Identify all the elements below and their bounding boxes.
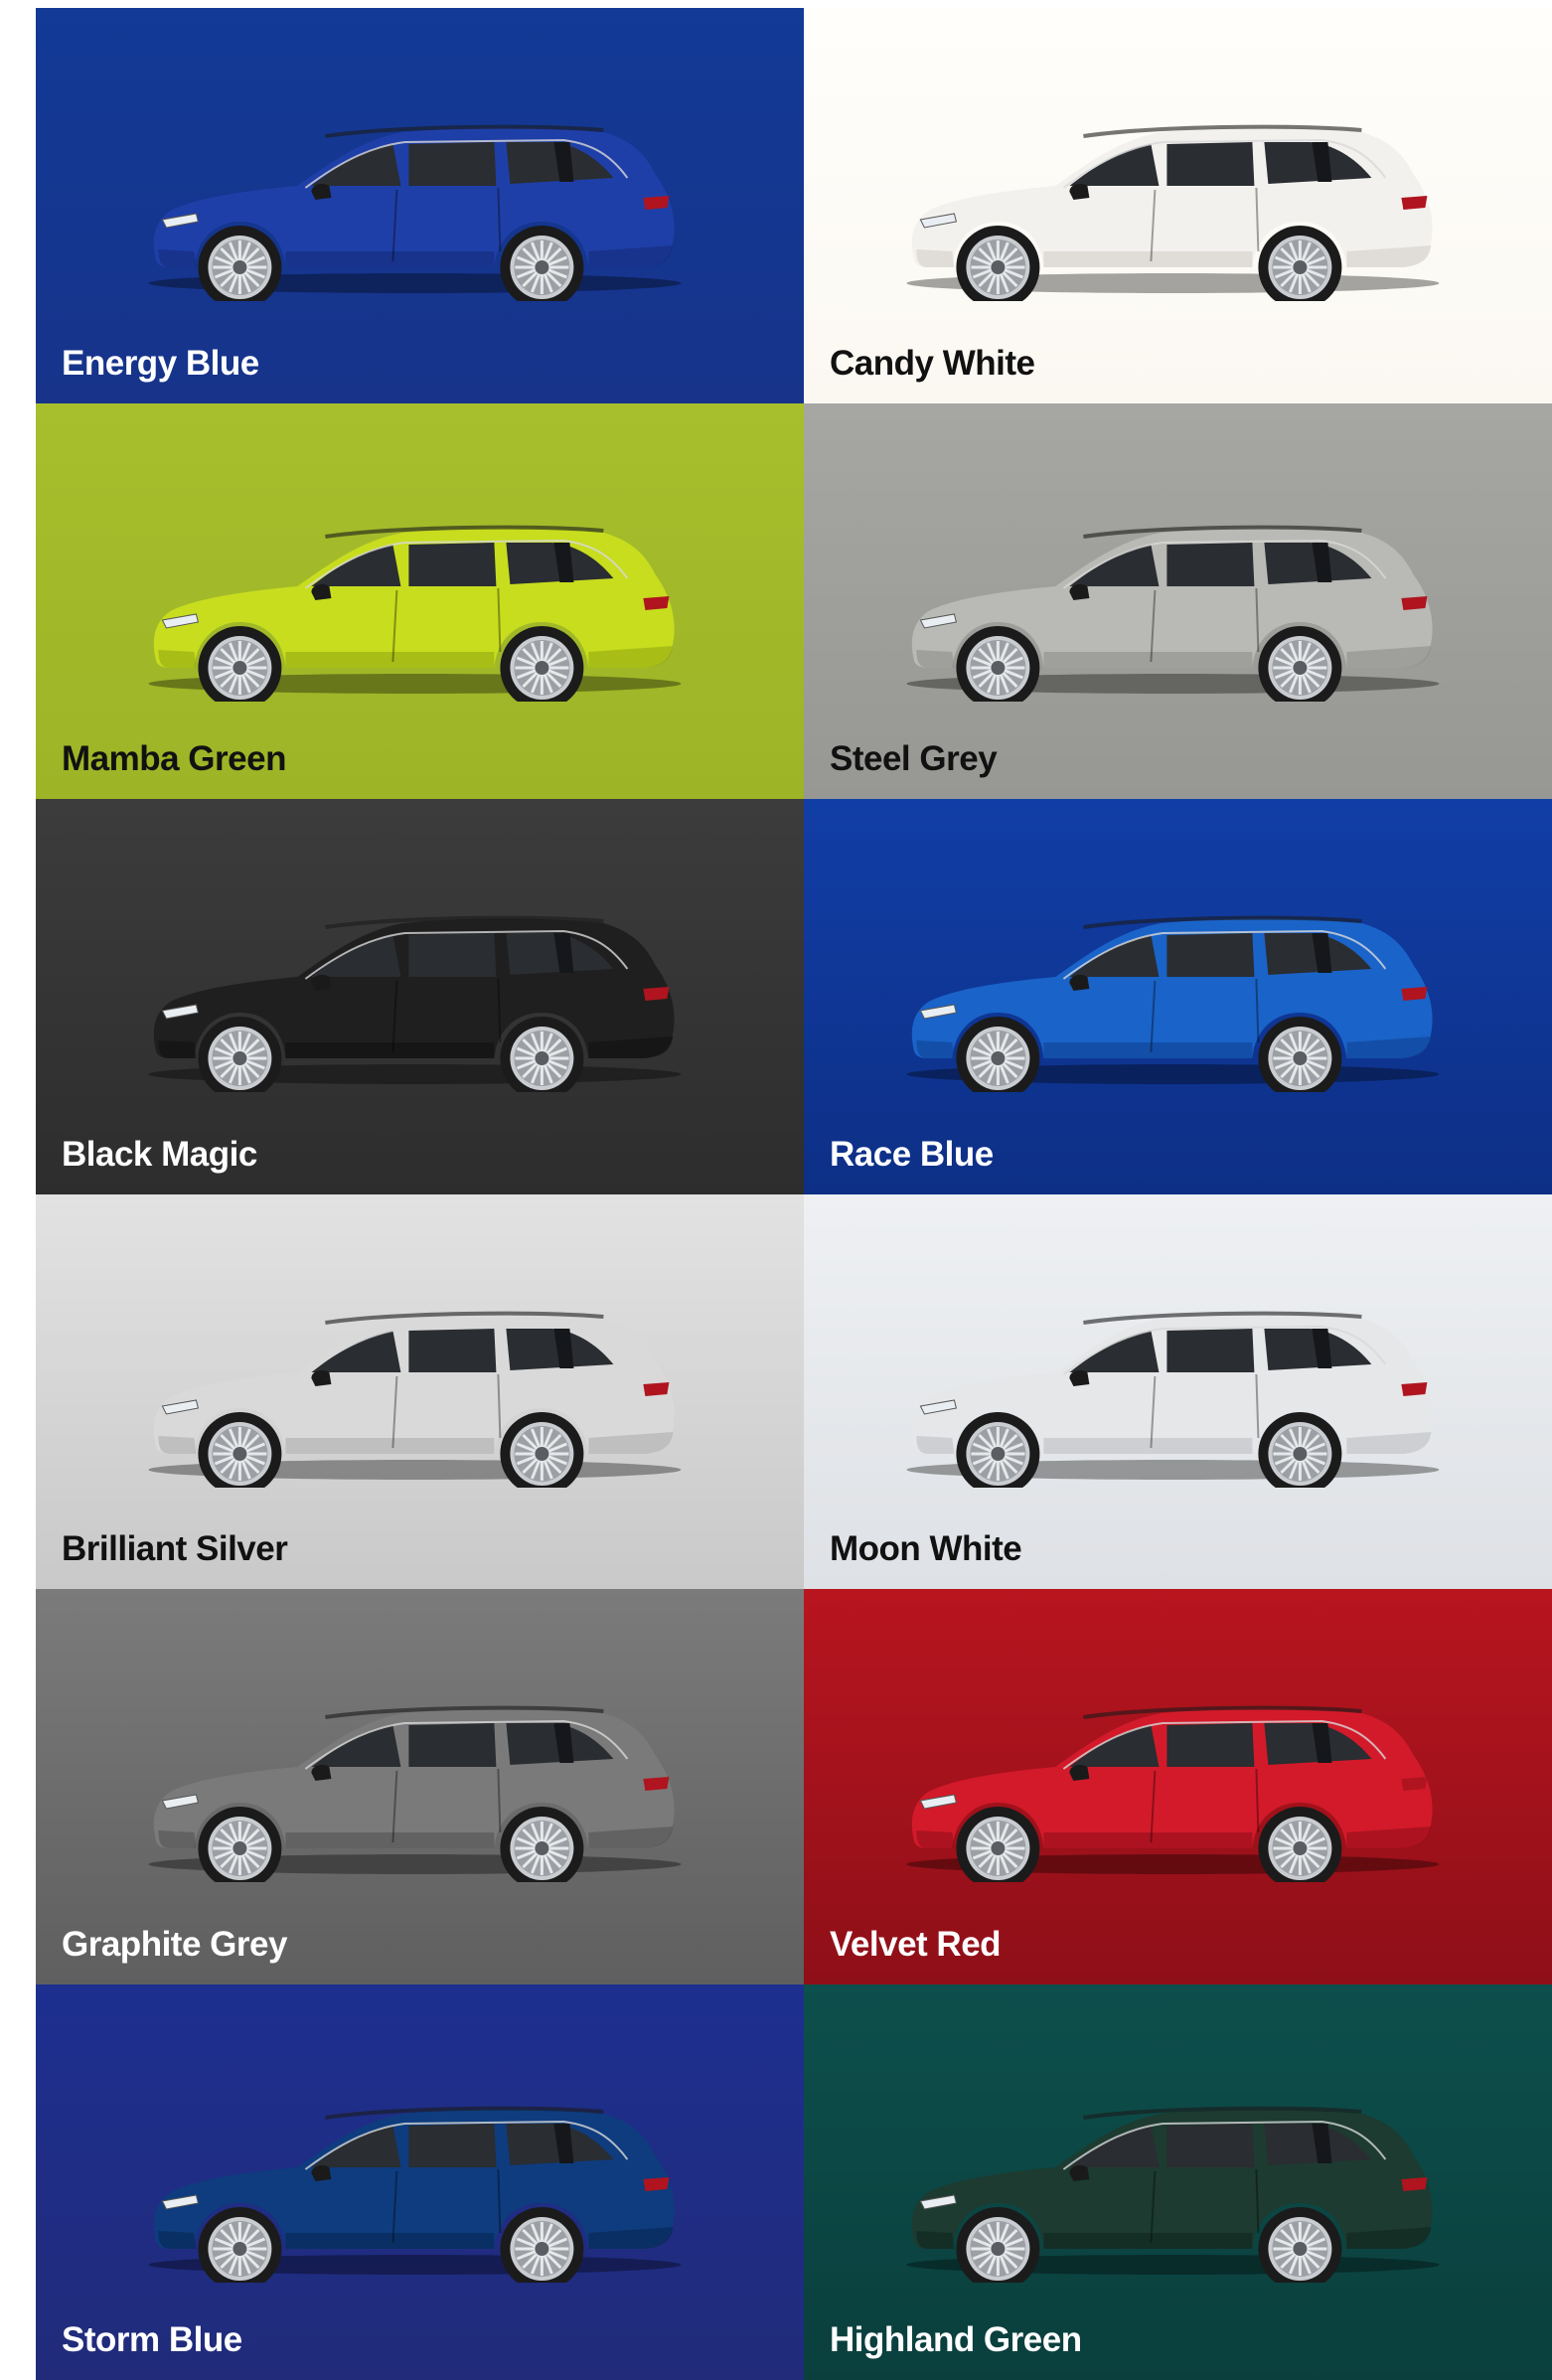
car-image — [147, 1311, 681, 1488]
color-name-label: Storm Blue — [62, 2320, 242, 2359]
color-name-label: Race Blue — [830, 1134, 994, 1174]
color-name-label: Brilliant Silver — [62, 1529, 288, 1569]
car-image — [905, 525, 1439, 702]
color-tile-energy-blue[interactable]: Energy Blue — [36, 8, 804, 403]
color-tile-velvet-red[interactable]: Velvet Red — [804, 1589, 1552, 1985]
car-image — [147, 915, 681, 1092]
color-swatch-grid: Energy Blue Candy White Mamba Green Stee… — [36, 8, 1552, 2380]
car-image — [905, 915, 1439, 1092]
color-tile-black-magic[interactable]: Black Magic — [36, 798, 804, 1194]
color-tile-moon-white[interactable]: Moon White — [804, 1193, 1552, 1590]
color-tile-graphite-grey[interactable]: Graphite Grey — [36, 1589, 804, 1985]
color-tile-storm-blue[interactable]: Storm Blue — [36, 1984, 804, 2380]
color-name-label: Mamba Green — [62, 738, 286, 778]
car-image — [905, 1311, 1439, 1488]
color-name-label: Highland Green — [830, 2320, 1082, 2359]
car-image — [147, 1705, 681, 1883]
color-name-label: Black Magic — [62, 1134, 257, 1174]
car-image — [905, 124, 1439, 301]
color-name-label: Steel Grey — [830, 738, 998, 778]
color-tile-candy-white[interactable]: Candy White — [804, 8, 1552, 403]
color-name-label: Graphite Grey — [62, 1925, 287, 1965]
car-image — [905, 2106, 1439, 2284]
color-tile-race-blue[interactable]: Race Blue — [804, 798, 1552, 1194]
color-tile-mamba-green[interactable]: Mamba Green — [36, 402, 804, 799]
color-name-label: Moon White — [830, 1529, 1022, 1569]
car-image — [905, 1705, 1439, 1883]
car-image — [147, 525, 681, 702]
color-name-label: Velvet Red — [830, 1925, 1002, 1965]
color-tile-brilliant-silver[interactable]: Brilliant Silver — [36, 1193, 804, 1590]
color-name-label: Candy White — [830, 343, 1035, 383]
car-image — [147, 2106, 681, 2284]
color-tile-highland-green[interactable]: Highland Green — [804, 1984, 1552, 2380]
car-image — [147, 124, 681, 301]
color-name-label: Energy Blue — [62, 343, 259, 383]
color-tile-steel-grey[interactable]: Steel Grey — [804, 402, 1552, 799]
